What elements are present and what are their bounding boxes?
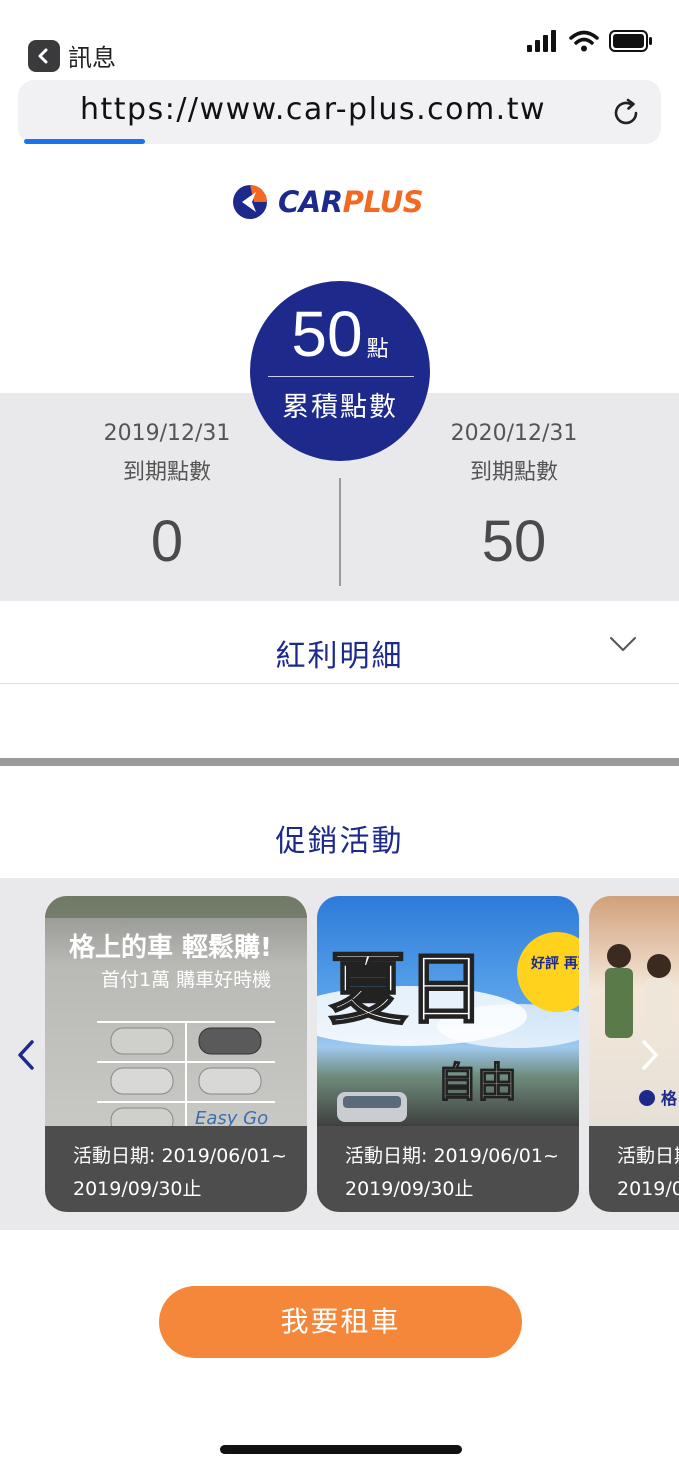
expiry-label: 到期點數 bbox=[469, 460, 558, 485]
battery-icon bbox=[609, 30, 652, 52]
total-points-badge: 50 點 累積點數 bbox=[250, 281, 430, 461]
promo-card[interactable]: 格 活動日期 2019/0 bbox=[589, 896, 679, 1212]
system-icons bbox=[527, 30, 653, 52]
promo-card[interactable]: 夏日 自由 好評 再延長 活動日期: 2019/06/01~ 2019/09/3… bbox=[317, 896, 579, 1212]
carousel-prev-arrow-icon[interactable] bbox=[14, 1038, 38, 1072]
promo-caption: 活動日期 2019/0 bbox=[589, 1126, 679, 1212]
back-label: 訊息 bbox=[68, 44, 116, 72]
address-bar[interactable]: https://www.car-plus.com.tw bbox=[18, 80, 661, 144]
expiry-date: 2019/12/31 bbox=[103, 421, 231, 446]
home-indicator[interactable] bbox=[220, 1445, 462, 1454]
url-text[interactable]: https://www.car-plus.com.tw bbox=[80, 92, 546, 127]
badge-divider bbox=[268, 376, 414, 377]
expiry-label: 到期點數 bbox=[122, 460, 211, 485]
promo-badge: 好評 再延長 bbox=[530, 955, 579, 972]
total-points-unit: 點 bbox=[366, 337, 389, 362]
rent-car-button[interactable]: 我要租車 bbox=[159, 1286, 522, 1358]
reload-icon[interactable] bbox=[609, 96, 643, 130]
promotions-carousel[interactable]: 格上的車 輕鬆購! 首付1萬 購車好時機 Easy Go 活動日期: 2019/… bbox=[0, 878, 679, 1230]
expiry-column-1: 2019/12/31 到期點數 0 bbox=[47, 421, 287, 575]
promo-date-start: 活動日期: 2019/06/01~ bbox=[345, 1145, 559, 1167]
cellular-signal-icon bbox=[527, 30, 556, 52]
logo-plus: PLUS bbox=[342, 185, 424, 219]
promotions-title: 促銷活動 bbox=[275, 824, 404, 859]
wifi-icon bbox=[569, 30, 599, 52]
bonus-detail-title: 紅利明細 bbox=[275, 639, 404, 674]
promo-date-start: 活動日期 bbox=[617, 1145, 679, 1167]
chevron-down-icon[interactable] bbox=[609, 635, 637, 653]
back-chevron-icon bbox=[28, 39, 60, 72]
carplus-logo: CARPLUS bbox=[232, 180, 452, 224]
promo-date-start: 活動日期: 2019/06/01~ bbox=[73, 1145, 287, 1167]
carousel-next-arrow-icon[interactable] bbox=[638, 1038, 662, 1072]
promo-logo: 格 bbox=[661, 1089, 678, 1108]
status-bar: 訊息 bbox=[0, 0, 679, 80]
promo-image: 格 bbox=[589, 896, 679, 1128]
promo-caption: 活動日期: 2019/06/01~ 2019/09/30止 bbox=[45, 1126, 307, 1212]
logo-wordmark: CARPLUS bbox=[278, 185, 424, 219]
promo-date-end: 2019/0 bbox=[617, 1178, 679, 1200]
logo-car: CAR bbox=[278, 185, 343, 219]
promo-date-end: 2019/09/30止 bbox=[345, 1178, 474, 1200]
column-divider bbox=[339, 478, 341, 586]
page-load-progress bbox=[24, 139, 145, 144]
expiry-date: 2020/12/31 bbox=[450, 421, 578, 446]
promo-subhead: 自由 bbox=[437, 1059, 517, 1106]
promo-card[interactable]: 格上的車 輕鬆購! 首付1萬 購車好時機 Easy Go 活動日期: 2019/… bbox=[45, 896, 307, 1212]
promo-headline: 格上的車 輕鬆購! bbox=[69, 932, 272, 963]
total-points: 50 點 bbox=[250, 297, 430, 371]
promo-date-end: 2019/09/30止 bbox=[73, 1178, 202, 1200]
expiry-column-2: 2020/12/31 到期點數 50 bbox=[394, 421, 634, 575]
promo-caption: 活動日期: 2019/06/01~ 2019/09/30止 bbox=[317, 1126, 579, 1212]
expiry-points: 50 bbox=[481, 509, 547, 574]
carplus-logo-icon bbox=[233, 185, 267, 219]
section-separator bbox=[0, 758, 679, 766]
promo-subhead: 首付1萬 購車好時機 bbox=[101, 969, 271, 991]
back-to-messages[interactable]: 訊息 bbox=[28, 38, 116, 73]
expiry-points: 0 bbox=[150, 509, 184, 574]
total-points-label: 累積點數 bbox=[282, 392, 398, 423]
bonus-detail-toggle[interactable]: 紅利明細 bbox=[0, 601, 679, 684]
promo-image: 格上的車 輕鬆購! 首付1萬 購車好時機 Easy Go bbox=[45, 896, 307, 1135]
total-points-value: 50 bbox=[291, 298, 363, 370]
promo-image: 夏日 自由 好評 再延長 bbox=[317, 896, 579, 1128]
promo-headline: 夏日 bbox=[329, 944, 485, 1035]
promo-corner: Easy Go bbox=[195, 1108, 268, 1128]
